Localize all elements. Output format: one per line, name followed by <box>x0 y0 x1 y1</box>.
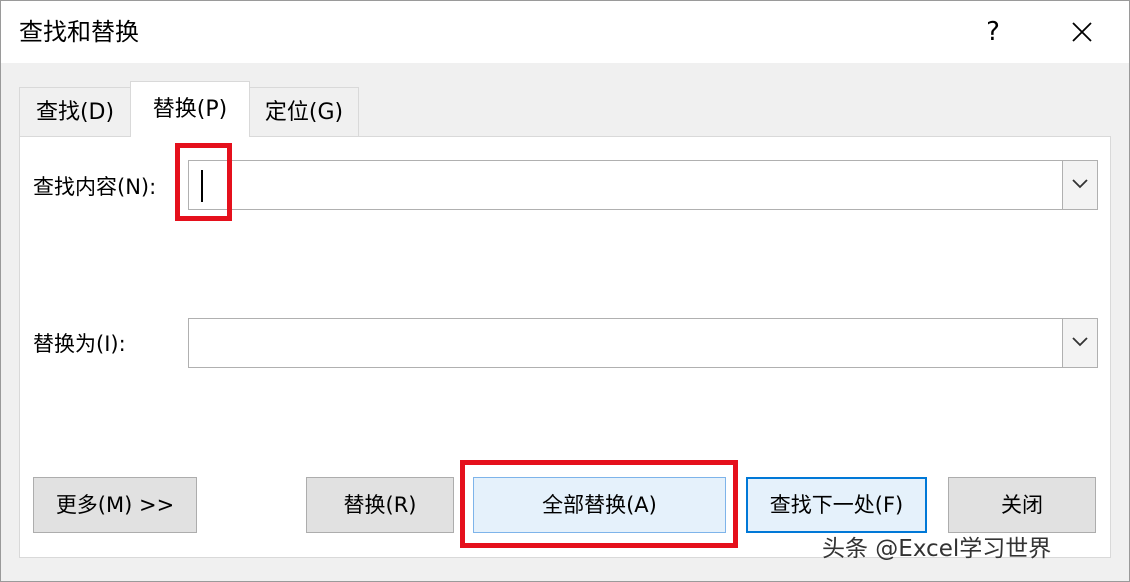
replace-button[interactable]: 替换(R) <box>306 477 454 533</box>
find-what-label: 查找内容(N): <box>33 175 157 199</box>
tab-goto[interactable]: 定位(G) <box>249 87 359 137</box>
more-button[interactable]: 更多(M) >> <box>33 477 197 533</box>
dialog-title: 查找和替换 <box>19 18 139 46</box>
replace-with-input[interactable] <box>197 319 1057 367</box>
close-button[interactable]: 关闭 <box>948 477 1096 533</box>
replace-with-label: 替换为(I): <box>33 332 126 356</box>
find-cursor-highlight <box>175 143 232 221</box>
close-icon <box>1072 22 1092 42</box>
watermark: 头条 @Excel学习世界 <box>822 536 1052 562</box>
help-button[interactable]: ? <box>973 11 1013 53</box>
find-what-dropdown-button[interactable] <box>1062 161 1097 209</box>
find-what-combobox[interactable] <box>188 160 1098 210</box>
tab-find[interactable]: 查找(D) <box>19 87 131 137</box>
replace-with-dropdown-button[interactable] <box>1062 319 1097 367</box>
chevron-down-icon <box>1072 179 1088 189</box>
find-what-input[interactable] <box>197 161 1057 209</box>
find-next-button[interactable]: 查找下一处(F) <box>746 477 927 533</box>
chevron-down-icon <box>1072 337 1088 347</box>
replace-all-highlight <box>460 460 738 548</box>
replace-with-combobox[interactable] <box>188 318 1098 368</box>
title-bar: 查找和替换 ? <box>1 1 1129 63</box>
tab-replace[interactable]: 替换(P) <box>130 81 250 137</box>
close-window-button[interactable] <box>1059 11 1105 53</box>
